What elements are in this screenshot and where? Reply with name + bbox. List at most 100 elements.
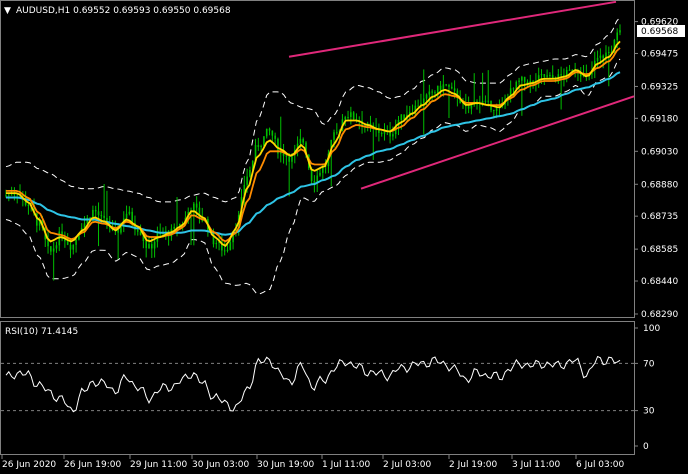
- candle-body: [521, 76, 523, 81]
- candle-body: [546, 75, 548, 77]
- chart-header-arrow-icon: ▼: [4, 6, 11, 16]
- candle-body: [288, 156, 290, 162]
- current-price-label: 0.69568: [641, 27, 678, 37]
- candle-body: [136, 229, 139, 232]
- candle-body: [450, 86, 453, 89]
- candle-body: [100, 215, 103, 217]
- candle-body: [523, 76, 526, 82]
- candle-body: [467, 106, 470, 109]
- candle-body: [445, 84, 447, 86]
- candle-body: [436, 85, 439, 93]
- price-tick-label: 0.68585: [641, 245, 678, 255]
- candle-body: [448, 84, 450, 87]
- main-panel-frame: [0, 0, 635, 318]
- time-axis: 26 Jun 2020 26 Jun 19:00 29 Jun 11:00 30 Ju…: [1, 455, 625, 470]
- candle-body: [515, 81, 518, 89]
- bollinger-upper-line: [5, 16, 621, 203]
- candle-body: [512, 88, 515, 90]
- price-tick-label: 0.68440: [641, 277, 678, 287]
- candle-body: [352, 112, 355, 120]
- candle-body: [148, 244, 150, 249]
- time-tick-label: 2 Jul 19:00: [449, 460, 498, 470]
- rsi-indicator: 100 70 30 0: [1, 324, 660, 452]
- time-tick-label: 26 Jun 19:00: [64, 460, 121, 470]
- candle-body: [257, 145, 260, 147]
- candle-body: [549, 74, 551, 76]
- candle-body: [92, 209, 94, 218]
- price-tick-label: 0.68290: [641, 310, 678, 320]
- candle-body: [428, 91, 431, 95]
- candle-body: [453, 88, 456, 91]
- rsi-header: RSI(10) 71.4145: [5, 327, 78, 337]
- candle-body: [481, 101, 484, 103]
- rsi-line: [5, 355, 621, 413]
- candle-body: [139, 231, 142, 236]
- candle-body: [226, 249, 229, 251]
- price-tick-label: 0.69180: [641, 114, 678, 124]
- price-chart: ▼ AUDUSD,H1 0.69552 0.69593 0.69550 0.69…: [0, 0, 685, 470]
- candle-body: [425, 94, 428, 99]
- candle-body: [493, 109, 495, 111]
- time-tick-label: 29 Jun 11:00: [130, 460, 187, 470]
- candle-body: [52, 248, 55, 252]
- time-tick-label: 30 Jun 19:00: [257, 460, 314, 470]
- candle-body: [596, 57, 599, 61]
- candle-body: [271, 130, 274, 136]
- candle-body: [260, 145, 262, 147]
- candle-body: [302, 138, 304, 143]
- candle-body: [417, 105, 419, 107]
- candle-body: [434, 92, 436, 94]
- rsi-panel-frame: [0, 321, 635, 455]
- candle-body: [543, 74, 546, 77]
- candle-body: [69, 244, 72, 250]
- time-tick-label: 30 Jun 03:00: [192, 460, 249, 470]
- candle-body: [195, 203, 198, 208]
- candle-body: [350, 112, 352, 117]
- time-tick-label: 1 Jul 11:00: [322, 460, 371, 470]
- candle-body: [540, 74, 543, 76]
- candle-body: [380, 132, 383, 134]
- candle-body: [97, 211, 100, 216]
- candle-body: [128, 211, 131, 214]
- candle-body: [150, 244, 153, 249]
- time-tick-label: 6 Jul 03:00: [576, 460, 625, 470]
- candle-body: [10, 194, 13, 196]
- price-tick-label: 0.69325: [641, 82, 678, 92]
- candle-body: [72, 244, 75, 250]
- candle-body: [336, 132, 338, 134]
- rsi-tick-label: 100: [643, 324, 660, 334]
- rsi-tick-label: 30: [643, 407, 655, 417]
- price-tick-label: 0.68735: [641, 212, 678, 222]
- bollinger-lower-line: [5, 58, 621, 295]
- candle-body: [299, 138, 302, 144]
- candle-body: [333, 132, 335, 140]
- candle-body: [145, 240, 147, 249]
- candle-body: [422, 98, 425, 104]
- price-tick-label: 0.69475: [641, 49, 678, 59]
- candle-body: [212, 231, 215, 245]
- candle-body: [249, 170, 251, 177]
- candle-body: [619, 30, 621, 33]
- candle-body: [5, 195, 7, 197]
- candle-body: [55, 245, 58, 249]
- candle-body: [347, 116, 349, 118]
- candle-body: [616, 32, 618, 41]
- price-axis: 0.696200.694750.693250.691800.690300.688…: [634, 18, 678, 320]
- candle-body: [66, 241, 69, 245]
- rsi-tick-label: 70: [643, 359, 655, 369]
- candle-body: [8, 194, 10, 196]
- candle-body: [153, 241, 156, 249]
- candle-body: [560, 74, 562, 76]
- candle-body: [265, 128, 268, 137]
- candle-body: [75, 239, 77, 245]
- channel-lower-line: [360, 95, 635, 190]
- symbol-ohlc-header: AUDUSD,H1 0.69552 0.69593 0.69550 0.6956…: [16, 6, 231, 16]
- candle-body: [223, 250, 226, 252]
- candle-body: [518, 80, 520, 82]
- candle-body: [125, 213, 128, 219]
- candle-body: [263, 136, 265, 146]
- candle-body: [50, 246, 52, 252]
- candle-body: [268, 128, 271, 131]
- price-tick-label: 0.68880: [641, 180, 678, 190]
- candle-body: [532, 81, 534, 83]
